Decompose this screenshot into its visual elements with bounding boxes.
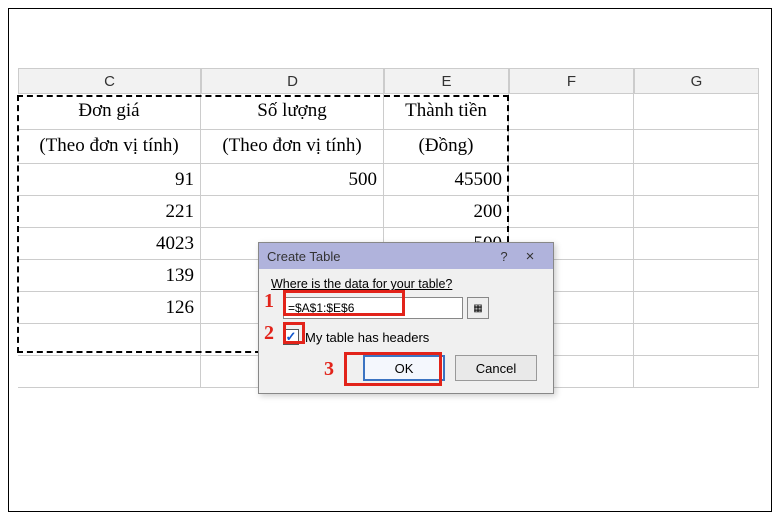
table-header-row-1: Đơn giá Số lượng Thành tiền <box>18 94 759 130</box>
subheader-thanh-tien[interactable]: (Đồng) <box>384 130 509 164</box>
empty-cell[interactable] <box>634 292 759 324</box>
headers-checkbox-label: My table has headers <box>305 330 429 345</box>
callout-box-1 <box>283 290 405 316</box>
cell-value[interactable] <box>201 196 384 228</box>
callout-number-3: 3 <box>324 358 334 381</box>
empty-cell[interactable] <box>634 324 759 356</box>
empty-cell[interactable] <box>634 196 759 228</box>
subheader-so-luong[interactable]: (Theo đơn vị tính) <box>201 130 384 164</box>
col-header-F[interactable]: F <box>509 68 634 94</box>
help-icon[interactable]: ? <box>493 249 515 264</box>
empty-cell[interactable] <box>634 130 759 164</box>
cell-value[interactable]: 45500 <box>384 164 509 196</box>
callout-number-1: 1 <box>264 290 274 313</box>
cell-value[interactable]: 4023 <box>18 228 201 260</box>
table-row: 221 200 <box>18 196 759 228</box>
empty-cell[interactable] <box>634 356 759 388</box>
header-thanh-tien[interactable]: Thành tiền <box>384 94 509 130</box>
dialog-titlebar[interactable]: Create Table ? × <box>259 243 553 269</box>
empty-cell[interactable] <box>634 94 759 130</box>
dialog-question: Where is the data for your table? <box>271 277 541 291</box>
callout-number-2: 2 <box>264 322 274 345</box>
empty-cell[interactable] <box>509 130 634 164</box>
col-header-C[interactable]: C <box>18 68 201 94</box>
cell-value[interactable]: 500 <box>201 164 384 196</box>
empty-cell[interactable] <box>634 164 759 196</box>
empty-cell[interactable] <box>634 260 759 292</box>
callout-box-2 <box>283 322 305 344</box>
cell-value[interactable]: 200 <box>384 196 509 228</box>
empty-cell[interactable] <box>509 196 634 228</box>
header-so-luong[interactable]: Số lượng <box>201 94 384 130</box>
cell-value[interactable]: 139 <box>18 260 201 292</box>
cell-value[interactable]: 126 <box>18 292 201 324</box>
cancel-button[interactable]: Cancel <box>455 355 537 381</box>
col-header-E[interactable]: E <box>384 68 509 94</box>
empty-cell[interactable] <box>634 228 759 260</box>
column-header-row: C D E F G <box>18 68 759 94</box>
table-row: 91 500 45500 <box>18 164 759 196</box>
empty-cell[interactable] <box>18 356 201 388</box>
dialog-title-text: Create Table <box>267 249 493 264</box>
col-header-D[interactable]: D <box>201 68 384 94</box>
empty-cell[interactable] <box>509 164 634 196</box>
table-header-row-2: (Theo đơn vị tính) (Theo đơn vị tính) (Đ… <box>18 130 759 164</box>
callout-box-3 <box>344 352 442 386</box>
cell-value[interactable]: 91 <box>18 164 201 196</box>
empty-cell[interactable] <box>18 324 201 356</box>
close-icon[interactable]: × <box>515 248 545 265</box>
col-header-G[interactable]: G <box>634 68 759 94</box>
header-don-gia[interactable]: Đơn giá <box>18 94 201 130</box>
range-picker-icon[interactable]: ▦ <box>467 297 489 319</box>
cell-value[interactable]: 221 <box>18 196 201 228</box>
subheader-don-gia[interactable]: (Theo đơn vị tính) <box>18 130 201 164</box>
empty-cell[interactable] <box>509 94 634 130</box>
